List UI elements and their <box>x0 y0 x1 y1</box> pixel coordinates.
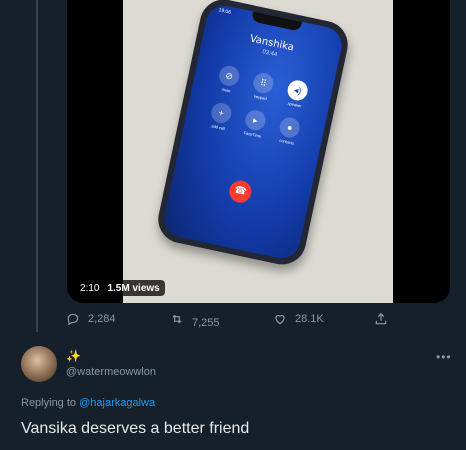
reply-button[interactable]: 2,284 <box>66 312 116 326</box>
call-button-label: mute <box>221 86 232 94</box>
video-frame[interactable]: 19:06 Vanshika 03:44 ⊘ mute ⠿ keypad ◂) … <box>123 0 393 303</box>
tweet-actions: 2,284 7,255 28.1K <box>66 312 396 332</box>
plus-icon: + <box>209 101 234 125</box>
retweet-button[interactable]: 7,255 <box>170 312 220 329</box>
phone-notch <box>251 11 302 32</box>
thread-line <box>36 0 38 332</box>
avatar[interactable] <box>21 346 57 382</box>
speaker-icon: ◂) <box>285 78 310 103</box>
retweet-count: 7,255 <box>192 317 220 329</box>
call-button-label: speaker <box>287 100 303 109</box>
display-name[interactable]: ✨ <box>66 349 81 363</box>
video-player[interactable]: 19:06 Vanshika 03:44 ⊘ mute ⠿ keypad ◂) … <box>67 0 450 303</box>
contact-icon: ● <box>277 115 302 140</box>
call-button-label: contacts <box>278 137 295 146</box>
keypad-icon: ⠿ <box>251 71 276 95</box>
video-info-badge: 2:10 1.5M views <box>75 280 165 296</box>
share-icon <box>375 312 387 325</box>
phone-status-time: 19:06 <box>217 7 232 16</box>
more-options-icon[interactable]: ••• <box>436 350 452 364</box>
call-button-label: FaceTime <box>243 130 262 139</box>
mic-off-icon: ⊘ <box>217 63 242 88</box>
retweet-icon <box>172 314 182 324</box>
tweet-text: Vansika deserves a better friend <box>21 420 250 437</box>
heart-icon <box>275 315 285 325</box>
phone-image: 19:06 Vanshika 03:44 ⊘ mute ⠿ keypad ◂) … <box>153 0 353 269</box>
call-button-label: keypad <box>253 93 268 102</box>
phone-screen: 19:06 Vanshika 03:44 ⊘ mute ⠿ keypad ◂) … <box>160 2 346 262</box>
share-button[interactable] <box>374 312 388 326</box>
video-icon: ▸ <box>243 108 268 133</box>
like-button[interactable]: 28.1K <box>273 312 324 326</box>
reply-icon <box>67 313 79 326</box>
video-duration: 2:10 <box>80 282 100 294</box>
video-views: 1.5M views <box>107 282 160 294</box>
call-button-label: add call <box>210 123 226 132</box>
replying-to-line: Replying to @hajarkagalwa <box>21 397 155 409</box>
like-count: 28.1K <box>295 313 324 325</box>
user-handle[interactable]: @watermeowwlon <box>66 366 156 378</box>
replying-to-label: Replying to <box>21 397 77 409</box>
replying-to-mention[interactable]: @hajarkagalwa <box>79 397 155 409</box>
end-call-icon: ☎ <box>227 178 254 205</box>
reply-count: 2,284 <box>88 313 116 325</box>
